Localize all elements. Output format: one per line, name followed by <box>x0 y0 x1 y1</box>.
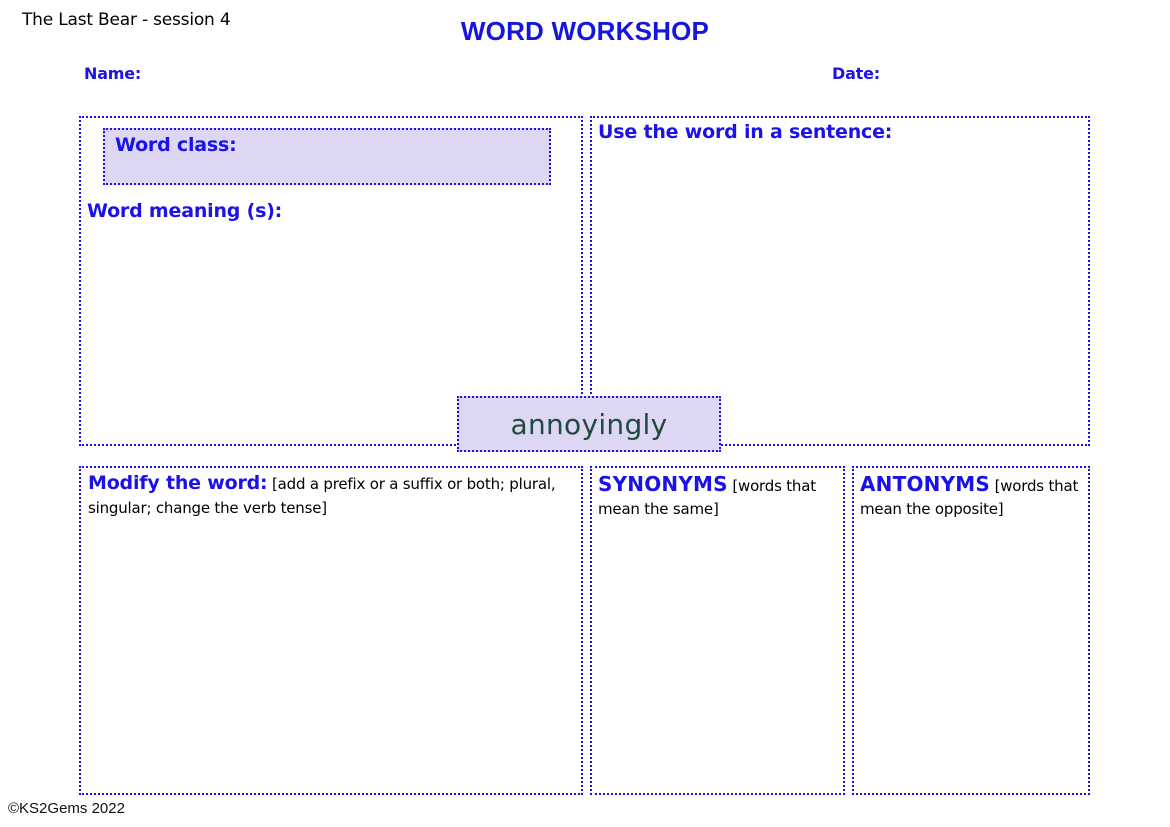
synonyms-heading: SYNONYMS [words that mean the same] <box>598 470 844 521</box>
sentence-label: Use the word in a sentence: <box>598 121 893 143</box>
word-meaning-label: Word meaning (s): <box>87 200 283 222</box>
focus-word-chip: annoyingly <box>457 396 721 452</box>
modify-word-heading-text: Modify the word: <box>88 472 268 494</box>
word-class-input-box[interactable]: Word class: <box>103 128 551 185</box>
antonyms-heading: ANTONYMS [words that mean the opposite] <box>860 470 1086 521</box>
synonyms-heading-text: SYNONYMS <box>598 472 728 496</box>
antonyms-heading-text: ANTONYMS <box>860 472 990 496</box>
name-field-label: Name: <box>84 64 142 83</box>
focus-word-text: annoyingly <box>510 407 668 441</box>
modify-word-heading: Modify the word: [add a prefix or a suff… <box>88 470 558 519</box>
word-class-label: Word class: <box>115 134 237 156</box>
copyright-credit: ©KS2Gems 2022 <box>8 800 125 817</box>
date-field-label: Date: <box>832 64 880 83</box>
page-title: WORD WORKSHOP <box>460 16 710 46</box>
